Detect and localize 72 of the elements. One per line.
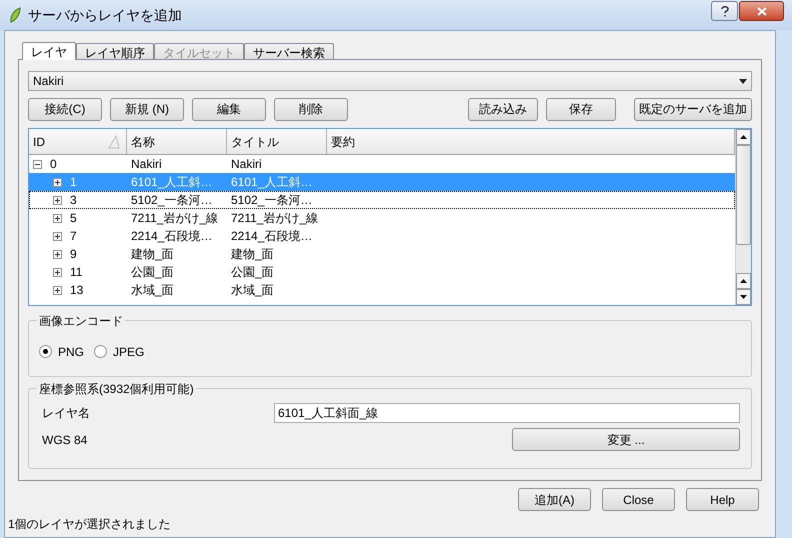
field-label: レイヤ名 xyxy=(42,405,91,422)
name-cell-text: 2214_石段境… xyxy=(130,228,214,245)
up-arrow-icon xyxy=(740,279,747,283)
name-cell-text: 水域_面 xyxy=(130,282,175,299)
expand-icon[interactable] xyxy=(53,286,62,294)
question-icon xyxy=(720,6,728,16)
radio-label: PNG xyxy=(58,344,84,360)
push-button[interactable]: Help xyxy=(686,488,759,511)
push-button[interactable]: 削除 xyxy=(274,98,348,120)
sort-triangle-icon xyxy=(108,134,120,148)
name-cell-text: 5102_一条河… xyxy=(130,192,214,209)
name-cell-text: 公園_面 xyxy=(130,264,175,281)
down-arrow-icon xyxy=(740,295,747,299)
tab[interactable]: サーバー検索 xyxy=(244,43,334,59)
column-header[interactable]: タイトル xyxy=(227,129,327,154)
leaf-icon xyxy=(8,7,22,23)
expand-icon[interactable] xyxy=(53,232,62,240)
title-cell-text: 7211_岩がけ_線 xyxy=(230,210,320,227)
group-title: 座標参照系(3932個利用可能) xyxy=(37,380,196,398)
close-button[interactable] xyxy=(739,1,784,21)
expand-icon[interactable] xyxy=(53,250,62,258)
push-button[interactable]: 編集 xyxy=(192,98,266,120)
group-title: 画像エンコード xyxy=(37,312,125,330)
crs-name: WGS 84 xyxy=(42,432,88,448)
name-cell-text: 6101_人工斜… xyxy=(130,174,214,191)
name-cell-text: 建物_面 xyxy=(130,246,175,263)
push-button[interactable]: 追加(A) xyxy=(518,488,591,511)
status-text: 1個のレイヤが選択されました xyxy=(8,516,172,533)
column-header[interactable]: ID xyxy=(29,129,127,154)
push-button[interactable]: 読み込み xyxy=(468,98,538,120)
id-cell-text: 7 xyxy=(70,228,77,245)
name-cell-text: 7211_岩がけ_線 xyxy=(130,210,220,227)
radio-button[interactable] xyxy=(39,345,52,358)
expand-icon[interactable] xyxy=(53,268,62,276)
id-cell-text: 5 xyxy=(70,210,77,227)
expand-icon[interactable] xyxy=(53,178,62,186)
help-button[interactable] xyxy=(711,1,738,21)
title-cell-text: 2214_石段境… xyxy=(230,228,314,245)
expand-icon[interactable] xyxy=(53,214,62,222)
layer-name-field[interactable]: 6101_人工斜面_線 xyxy=(274,403,740,423)
up-arrow-icon xyxy=(740,135,747,139)
radio-label: JPEG xyxy=(113,344,144,360)
id-cell-text: 0 xyxy=(50,156,57,173)
push-button[interactable]: 保存 xyxy=(546,98,616,120)
push-button[interactable]: 新規 (N) xyxy=(110,98,184,120)
push-button[interactable]: 既定のサーバを追加 xyxy=(634,98,752,120)
dropdown-arrow-icon xyxy=(739,78,747,84)
id-cell-text: 13 xyxy=(70,282,84,299)
title-cell-text: 水域_面 xyxy=(230,282,275,299)
id-cell-text: 9 xyxy=(70,246,77,263)
push-button[interactable]: Close xyxy=(602,488,675,511)
tab[interactable]: レイヤ xyxy=(22,42,76,60)
title-cell-text: 6101_人工斜… xyxy=(230,174,314,191)
tab[interactable]: レイヤ順序 xyxy=(76,43,154,59)
id-cell-text: 11 xyxy=(70,264,82,281)
push-button[interactable]: 変更 ... xyxy=(512,428,740,451)
radio-button[interactable] xyxy=(94,345,108,358)
name-cell-text: Nakiri xyxy=(130,156,163,173)
column-header[interactable]: 名称 xyxy=(127,129,227,154)
title-cell-text: 5102_一条河… xyxy=(230,192,314,209)
scrollbar[interactable] xyxy=(735,129,751,305)
title-cell-text: Nakiri xyxy=(230,156,263,173)
collapse-icon[interactable] xyxy=(33,160,42,168)
title-cell-text: 公園_面 xyxy=(230,264,275,281)
push-button[interactable]: 接続(C) xyxy=(28,98,102,120)
title-cell-text: 建物_面 xyxy=(230,246,275,263)
expand-icon[interactable] xyxy=(53,196,62,204)
id-cell-text: 3 xyxy=(70,192,77,209)
connection-dropdown[interactable]: Nakiri xyxy=(28,71,752,91)
window-title: サーバからレイヤを追加 xyxy=(28,6,182,24)
id-cell-text: 1 xyxy=(70,174,77,191)
close-icon xyxy=(756,6,766,16)
